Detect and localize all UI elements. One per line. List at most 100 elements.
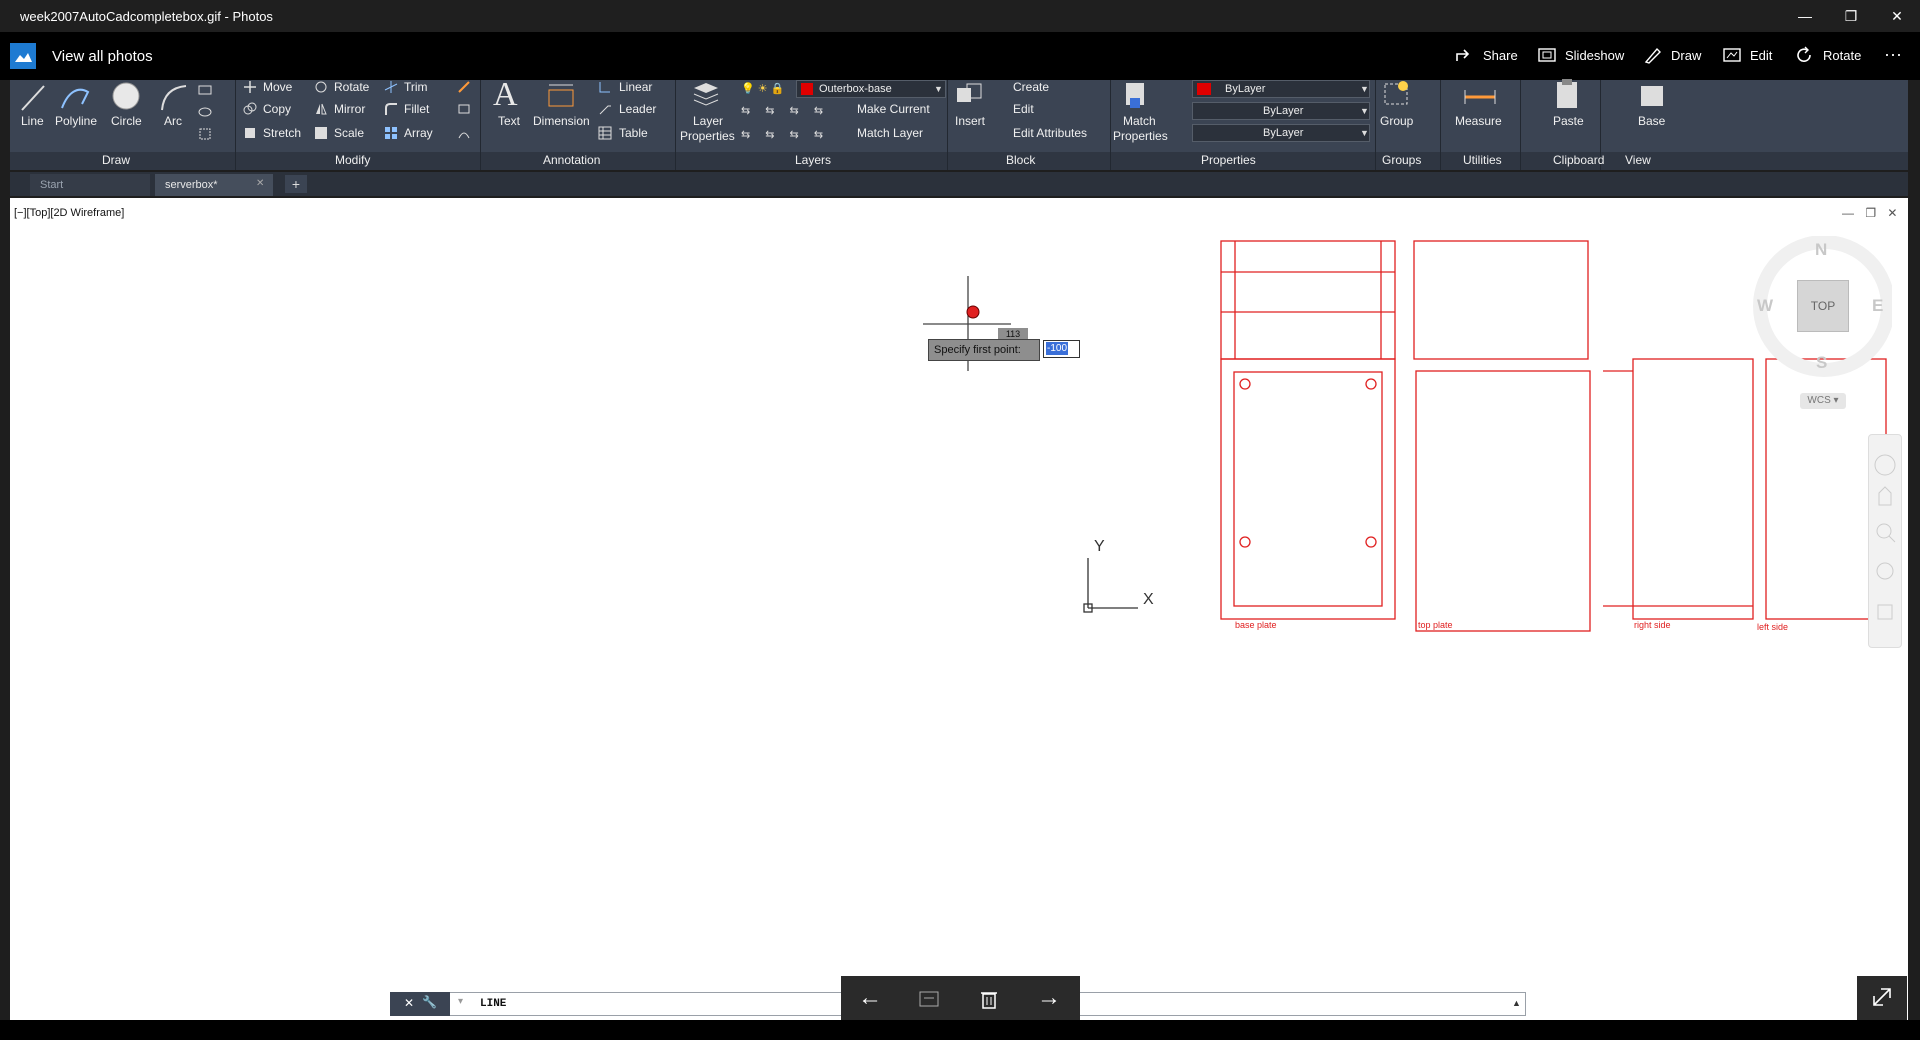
group-button[interactable]: Group — [1380, 114, 1413, 128]
current-layer-dropdown[interactable]: Outerbox-base — [796, 80, 946, 98]
next-photo-button[interactable]: → — [1037, 984, 1061, 1012]
draw-panel-title[interactable]: Draw — [102, 153, 130, 167]
clipboard-panel-title[interactable]: Clipboard — [1553, 153, 1604, 167]
layer-tool-icons[interactable]: ⇆ ⇆ ⇆ ⇆ — [741, 104, 829, 117]
layer-properties-label-2[interactable]: Properties — [680, 129, 735, 143]
line-icon[interactable] — [18, 82, 48, 114]
array-button[interactable]: Array — [404, 126, 433, 140]
command-history-chevron-up-icon[interactable]: ▲ — [1512, 998, 1521, 1008]
ribbon-panel-titles — [10, 152, 1908, 170]
measure-button[interactable]: Measure — [1455, 114, 1502, 128]
base-button[interactable]: Base — [1638, 114, 1665, 128]
slideshow-button[interactable]: Slideshow — [1537, 46, 1624, 64]
copy-button[interactable]: Copy — [263, 102, 291, 116]
lineweight-dropdown[interactable]: ByLayer — [1192, 124, 1370, 142]
command-line-grip[interactable]: ✕ 🔧 — [390, 992, 450, 1016]
paste-button[interactable]: Paste — [1553, 114, 1584, 128]
edit-button[interactable]: Edit — [1722, 46, 1772, 64]
region-icon[interactable] — [198, 127, 212, 141]
layer-tool-icons-2[interactable]: ⇆ ⇆ ⇆ ⇆ — [741, 128, 829, 141]
dimension-icon[interactable] — [545, 80, 577, 112]
erase-icon[interactable] — [457, 80, 471, 94]
previous-photo-button[interactable]: ← — [858, 984, 882, 1012]
paste-icon[interactable] — [1553, 78, 1581, 110]
command-close-icon[interactable]: ✕ — [404, 996, 414, 1010]
minimize-button[interactable]: — — [1782, 0, 1828, 32]
hatch-icon[interactable] — [198, 105, 212, 119]
annotation-panel-title[interactable]: Annotation — [543, 153, 600, 167]
layer-properties-icon[interactable] — [690, 80, 722, 110]
group-icon[interactable] — [1381, 78, 1411, 110]
viewcube-top-face[interactable]: TOP — [1797, 280, 1849, 332]
layer-properties-label-1[interactable]: Layer — [693, 114, 723, 128]
rotate-button[interactable]: Rotate — [1795, 46, 1861, 64]
tag-icon[interactable] — [918, 988, 940, 1010]
insert-button[interactable]: Insert — [955, 114, 985, 128]
viewcube-north[interactable]: N — [1815, 240, 1827, 260]
new-tab-button[interactable]: + — [285, 175, 307, 193]
more-options-button[interactable]: ··· — [1884, 44, 1902, 65]
edit-block-button[interactable]: Edit — [1013, 102, 1034, 116]
circle-button[interactable]: Circle — [111, 114, 142, 128]
tab-start[interactable]: Start — [30, 174, 150, 196]
layers-panel-title[interactable]: Layers — [795, 153, 831, 167]
circle-icon[interactable] — [110, 80, 142, 114]
text-icon[interactable]: A — [493, 76, 518, 114]
viewcube-east[interactable]: E — [1872, 296, 1883, 316]
make-current-button[interactable]: Make Current — [857, 102, 930, 116]
linear-button[interactable]: Linear — [619, 80, 652, 94]
arc-icon[interactable] — [158, 82, 188, 114]
tab-close-icon[interactable]: ✕ — [256, 178, 264, 189]
edit-attributes-button[interactable]: Edit Attributes — [1013, 126, 1087, 140]
photos-icon[interactable] — [10, 43, 36, 69]
view-panel-title[interactable]: View — [1625, 153, 1651, 167]
polyline-button[interactable]: Polyline — [55, 114, 97, 128]
top-left-box — [1220, 240, 1396, 360]
line-button[interactable]: Line — [21, 114, 44, 128]
offset-icon[interactable] — [457, 126, 471, 140]
match-properties-label-2[interactable]: Properties — [1113, 129, 1168, 143]
text-button[interactable]: Text — [498, 114, 520, 128]
close-button[interactable]: ✕ — [1874, 0, 1920, 32]
utilities-panel-title[interactable]: Utilities — [1463, 153, 1502, 167]
leader-button[interactable]: Leader — [619, 102, 656, 116]
fullscreen-button[interactable] — [1857, 976, 1907, 1020]
stretch-button[interactable]: Stretch — [263, 126, 301, 140]
draw-button[interactable]: Draw — [1643, 46, 1701, 64]
measure-icon[interactable] — [1462, 84, 1498, 110]
match-properties-label-1[interactable]: Match — [1123, 114, 1156, 128]
mirror-button[interactable]: Mirror — [334, 102, 365, 116]
viewcube-south[interactable]: S — [1816, 353, 1827, 373]
explode-icon[interactable] — [457, 102, 471, 116]
groups-panel-title[interactable]: Groups — [1382, 153, 1421, 167]
scale-button[interactable]: Scale — [334, 126, 364, 140]
rotate-tool-button[interactable]: Rotate — [334, 80, 369, 94]
viewcube-west[interactable]: W — [1757, 296, 1773, 316]
insert-block-icon[interactable] — [954, 80, 986, 112]
move-button[interactable]: Move — [263, 80, 292, 94]
modify-panel-title[interactable]: Modify — [335, 153, 370, 167]
color-dropdown[interactable]: ByLayer — [1192, 80, 1370, 98]
block-panel-title[interactable]: Block — [1006, 153, 1035, 167]
navigation-bar[interactable] — [1868, 434, 1902, 648]
properties-panel-title[interactable]: Properties — [1201, 153, 1256, 167]
table-button[interactable]: Table — [619, 126, 648, 140]
wcs-menu[interactable]: WCS ▾ — [1800, 393, 1846, 409]
arc-button[interactable]: Arc — [164, 114, 182, 128]
command-customize-icon[interactable]: 🔧 — [422, 995, 437, 1009]
match-properties-icon[interactable] — [1120, 80, 1152, 112]
share-button[interactable]: Share — [1455, 46, 1518, 64]
create-block-button[interactable]: Create — [1013, 80, 1049, 94]
dimension-button[interactable]: Dimension — [533, 114, 590, 128]
rectangle-icon[interactable] — [198, 83, 212, 97]
view-all-photos-link[interactable]: View all photos — [52, 48, 153, 65]
linetype-dropdown[interactable]: ByLayer — [1192, 102, 1370, 120]
base-view-icon[interactable] — [1637, 80, 1667, 110]
delete-icon[interactable] — [978, 988, 1000, 1010]
maximize-button[interactable]: ❐ — [1828, 0, 1874, 32]
fillet-button[interactable]: Fillet — [404, 102, 429, 116]
trim-button[interactable]: Trim — [404, 80, 428, 94]
command-recent-chevron-icon[interactable]: ▾ — [458, 996, 463, 1007]
polyline-icon[interactable] — [58, 82, 94, 114]
match-layer-button[interactable]: Match Layer — [857, 126, 923, 140]
